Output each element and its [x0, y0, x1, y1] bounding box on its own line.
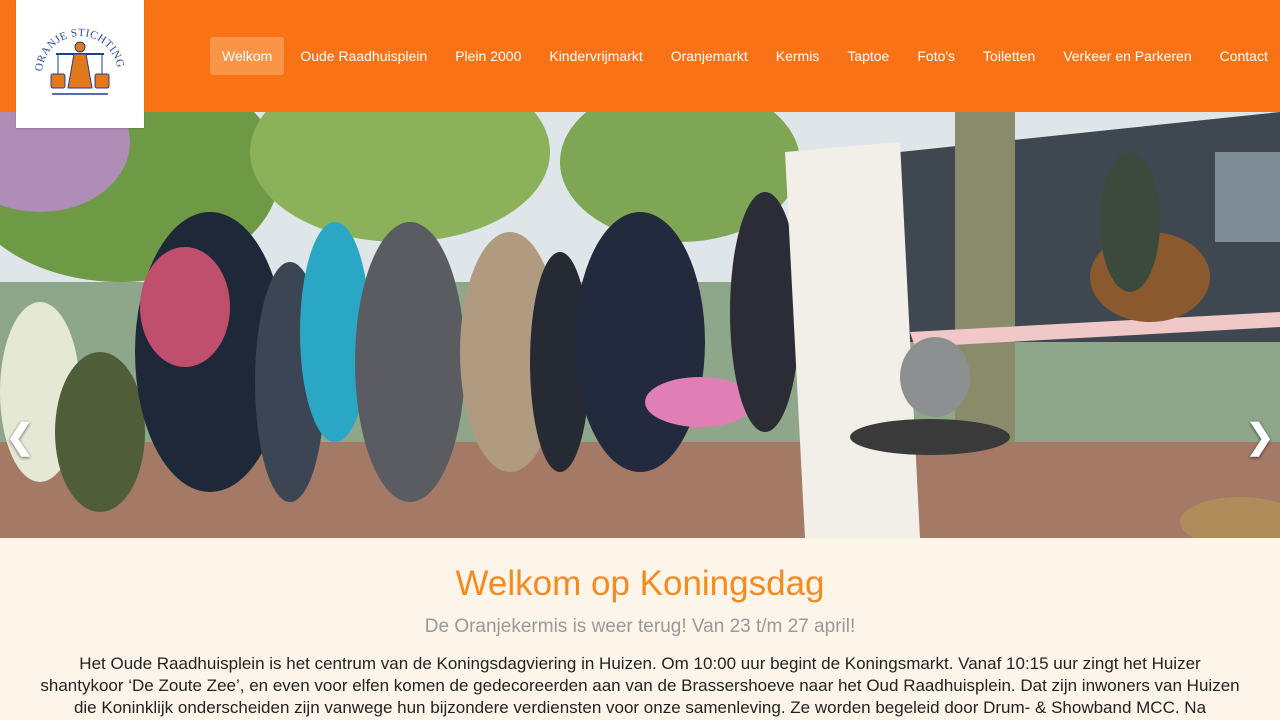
chevron-right-icon[interactable]: ❯	[1240, 412, 1280, 462]
hero-carousel: ❮ ❯	[0, 112, 1280, 538]
site-logo[interactable]: ORANJE STICHTING HUIZEN	[16, 0, 144, 128]
nav-taptoe[interactable]: Taptoe	[835, 37, 901, 75]
nav-oranjemarkt[interactable]: Oranjemarkt	[659, 37, 760, 75]
nav-toiletten[interactable]: Toiletten	[971, 37, 1047, 75]
page-subtitle: De Oranjekermis is weer terug! Van 23 t/…	[424, 616, 856, 637]
nav-fotos[interactable]: Foto's	[905, 37, 967, 75]
oranje-stichting-logo-icon: ORANJE STICHTING HUIZEN	[30, 14, 126, 110]
nav-plein-2000[interactable]: Plein 2000	[443, 37, 533, 75]
nav-verkeer-en-parkeren[interactable]: Verkeer en Parkeren	[1051, 37, 1203, 75]
top-navbar: ORANJE STICHTING HUIZEN Welkom Oude Raad…	[0, 0, 1280, 128]
market-crowd-photo	[0, 112, 1280, 538]
nav-kermis[interactable]: Kermis	[764, 37, 832, 75]
page-title: Welkom op Koningsdag	[455, 564, 825, 603]
nav-oude-raadhuisplein[interactable]: Oude Raadhuisplein	[288, 37, 439, 75]
nav-contact[interactable]: Contact	[1208, 37, 1280, 75]
main-menu: Welkom Oude Raadhuisplein Plein 2000 Kin…	[210, 37, 1280, 75]
main-content: Welkom op Koningsdag De Oranjekermis is …	[0, 538, 1280, 720]
nav-welkom[interactable]: Welkom	[210, 37, 285, 75]
nav-kindervrijmarkt[interactable]: Kindervrijmarkt	[537, 37, 654, 75]
intro-paragraph: Het Oude Raadhuisplein is het centrum va…	[40, 654, 1240, 717]
chevron-left-icon[interactable]: ❮	[0, 412, 40, 462]
